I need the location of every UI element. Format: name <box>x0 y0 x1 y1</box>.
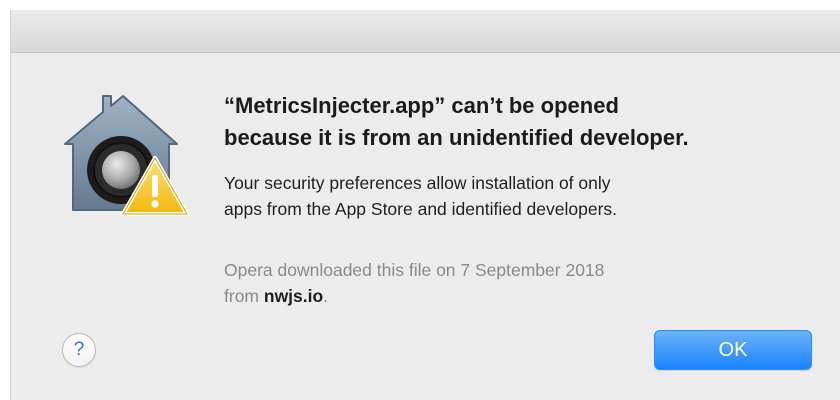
message-line-1: Your security preferences allow installa… <box>224 173 611 193</box>
dialog-message: Your security preferences allow installa… <box>224 170 824 222</box>
download-info-end: . <box>323 286 329 306</box>
ok-button[interactable]: OK <box>654 330 812 370</box>
download-info-from: from <box>224 286 264 306</box>
dialog-titlebar[interactable] <box>11 10 840 53</box>
heading-line-2: because it is from an unidentified devel… <box>224 125 689 150</box>
help-button[interactable]: ? <box>62 333 96 367</box>
message-line-2: apps from the App Store and identified d… <box>224 199 618 219</box>
download-info: Opera downloaded this file on 7 Septembe… <box>224 257 824 309</box>
heading-line-1: “MetricsInjecter.app” can’t be opened <box>224 93 619 118</box>
download-source: nwjs.io <box>263 286 324 306</box>
download-info-line-1: Opera downloaded this file on 7 Septembe… <box>224 260 605 280</box>
dialog-heading: “MetricsInjecter.app” can’t be opened be… <box>224 90 824 154</box>
gatekeeper-warning-icon <box>64 95 189 216</box>
alert-dialog: “MetricsInjecter.app” can’t be opened be… <box>10 10 840 400</box>
